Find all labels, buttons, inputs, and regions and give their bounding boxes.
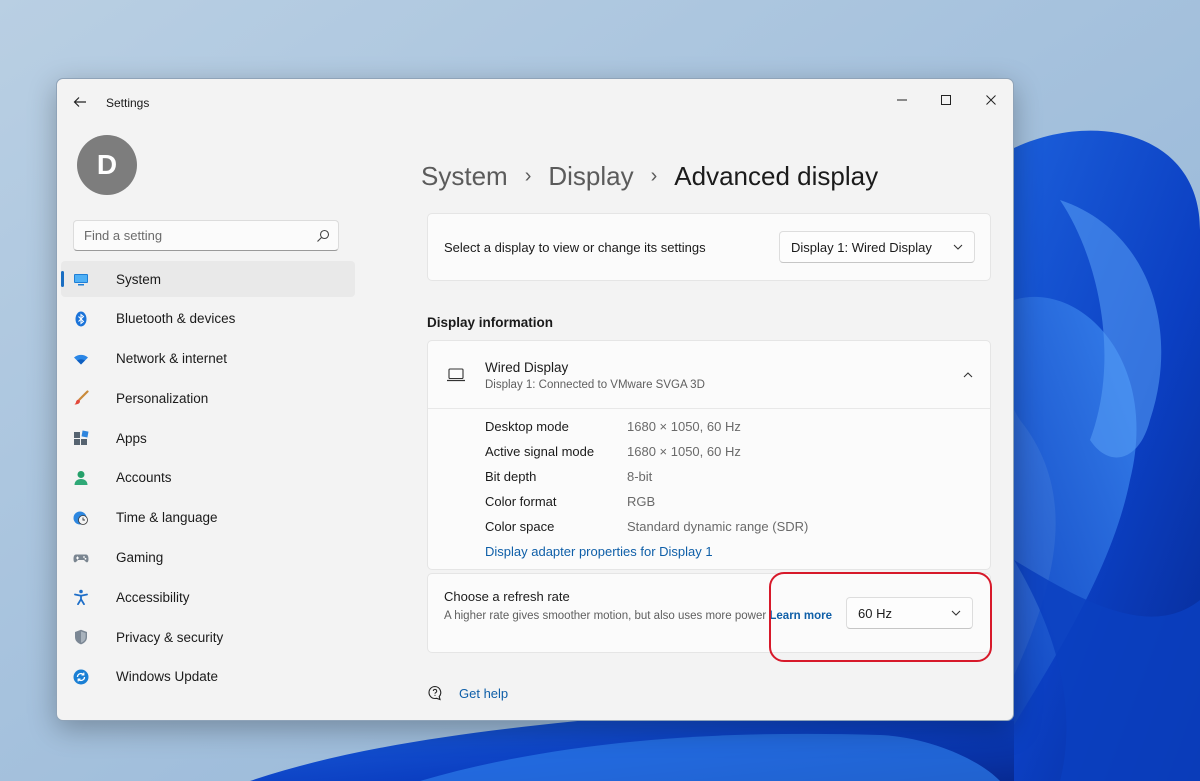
user-avatar[interactable]: D xyxy=(77,135,137,195)
chevron-right-icon: › xyxy=(650,164,658,187)
app-title: Settings xyxy=(106,96,150,110)
breadcrumb-system[interactable]: System xyxy=(421,161,508,192)
title-bar: Settings xyxy=(57,79,1013,127)
get-help-link[interactable]: Get help xyxy=(427,685,508,701)
update-icon xyxy=(73,669,89,685)
sidebar-item-label: Accounts xyxy=(116,470,172,486)
search-icon[interactable] xyxy=(315,228,331,244)
gamepad-icon xyxy=(73,550,89,566)
info-value: RGB xyxy=(627,494,656,509)
display-select-dropdown[interactable]: Display 1: Wired Display xyxy=(779,231,975,263)
display-connection: Display 1: Connected to VMware SVGA 3D xyxy=(485,379,705,391)
info-row: Active signal mode 1680 × 1050, 60 Hz xyxy=(485,444,808,469)
sidebar-item-personalization[interactable]: Personalization xyxy=(61,380,355,416)
chevron-down-icon xyxy=(953,244,963,250)
person-icon xyxy=(73,470,89,486)
sidebar-item-windows-update[interactable]: Windows Update xyxy=(61,659,355,695)
search-box xyxy=(73,220,339,251)
sidebar-item-label: Network & internet xyxy=(116,351,228,367)
info-key: Color format xyxy=(485,494,557,509)
display-select-card: Select a display to view or change its s… xyxy=(427,213,991,281)
highlight-annotation xyxy=(769,572,992,662)
info-row: Desktop mode 1680 × 1050, 60 Hz xyxy=(485,419,808,444)
close-button[interactable] xyxy=(971,85,1011,115)
display-information-card: Wired Display Display 1: Connected to VM… xyxy=(427,340,991,570)
wifi-icon xyxy=(73,351,89,367)
chevron-up-icon[interactable] xyxy=(962,369,974,381)
minimize-button[interactable] xyxy=(882,85,922,115)
breadcrumb: System › Display › Advanced display xyxy=(421,159,878,193)
arrow-left-icon xyxy=(73,97,86,107)
info-row: Color format RGB xyxy=(485,494,808,519)
maximize-icon xyxy=(941,95,951,105)
help-chat-icon xyxy=(428,685,442,701)
info-row: Bit depth 8-bit xyxy=(485,469,808,494)
sidebar-item-apps[interactable]: Apps xyxy=(61,420,355,456)
breadcrumb-display[interactable]: Display xyxy=(548,161,633,192)
sidebar-item-label: Gaming xyxy=(116,550,164,566)
sidebar-item-gaming[interactable]: Gaming xyxy=(61,540,355,576)
refresh-rate-title: Choose a refresh rate xyxy=(444,589,570,604)
sidebar-item-accessibility[interactable]: Accessibility xyxy=(61,579,355,615)
laptop-icon xyxy=(447,368,465,382)
refresh-rate-description-text: A higher rate gives smoother motion, but… xyxy=(444,610,767,622)
sidebar-nav: System Bluetooth & devices Network & int… xyxy=(61,261,355,699)
sidebar-item-time-language[interactable]: Time & language xyxy=(61,500,355,536)
sidebar-item-label: Accessibility xyxy=(116,589,190,605)
info-value: 8-bit xyxy=(627,469,653,484)
back-button[interactable] xyxy=(69,91,91,113)
info-key: Desktop mode xyxy=(485,419,569,434)
sidebar-item-system[interactable]: System xyxy=(61,261,355,297)
sidebar-item-bluetooth[interactable]: Bluetooth & devices xyxy=(61,301,355,337)
info-key: Active signal mode xyxy=(485,444,595,459)
display-select-label: Select a display to view or change its s… xyxy=(444,240,706,255)
brush-icon xyxy=(73,390,89,406)
page-title: Advanced display xyxy=(674,160,879,191)
sidebar-item-network[interactable]: Network & internet xyxy=(61,341,355,377)
info-value: Standard dynamic range (SDR) xyxy=(627,519,809,534)
display-name: Wired Display xyxy=(485,360,569,375)
chevron-right-icon: › xyxy=(524,164,532,187)
info-row: Color space Standard dynamic range (SDR) xyxy=(485,519,808,544)
sidebar-item-label: Bluetooth & devices xyxy=(116,311,236,327)
section-title-display-information: Display information xyxy=(427,315,554,330)
sidebar-item-label: Personalization xyxy=(116,390,209,406)
maximize-button[interactable] xyxy=(926,85,966,115)
shield-icon xyxy=(73,629,89,645)
sidebar-item-label: Privacy & security xyxy=(116,629,224,645)
sidebar-item-label: Windows Update xyxy=(116,669,219,685)
accessibility-icon xyxy=(73,589,89,606)
sidebar-item-accounts[interactable]: Accounts xyxy=(61,460,355,496)
info-value: 1680 × 1050, 60 Hz xyxy=(627,444,741,459)
display-info-rows: Desktop mode 1680 × 1050, 60 Hz Active s… xyxy=(485,419,808,544)
sidebar-item-label: Time & language xyxy=(116,510,218,526)
sidebar-item-label: System xyxy=(116,271,162,287)
display-info-header[interactable]: Wired Display Display 1: Connected to VM… xyxy=(428,341,990,409)
sidebar-item-label: Apps xyxy=(116,430,147,446)
minimize-icon xyxy=(897,99,907,101)
system-icon xyxy=(73,271,89,287)
display-select-value: Display 1: Wired Display xyxy=(791,239,932,255)
globe-clock-icon xyxy=(73,510,89,526)
info-value: 1680 × 1050, 60 Hz xyxy=(627,419,741,434)
bluetooth-icon xyxy=(73,311,89,327)
info-key: Color space xyxy=(485,519,555,534)
sidebar-item-privacy[interactable]: Privacy & security xyxy=(61,619,355,655)
get-help-label: Get help xyxy=(459,685,509,701)
close-icon xyxy=(986,95,996,105)
apps-icon xyxy=(73,430,89,446)
info-key: Bit depth xyxy=(485,469,537,484)
search-input[interactable] xyxy=(74,221,338,250)
display-adapter-properties-link[interactable]: Display adapter properties for Display 1 xyxy=(485,544,713,559)
